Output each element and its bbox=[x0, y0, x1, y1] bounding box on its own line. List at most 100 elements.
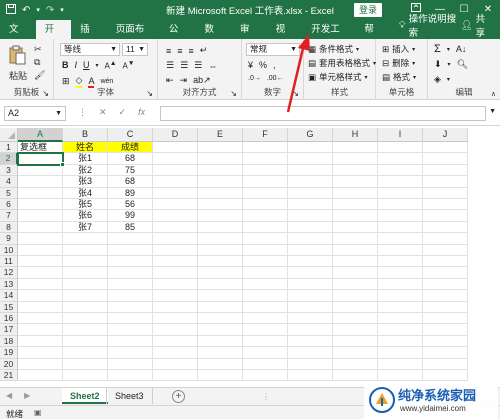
cell-h8[interactable] bbox=[333, 221, 378, 234]
cell-c20[interactable] bbox=[108, 358, 153, 370]
cell-f3[interactable] bbox=[243, 164, 288, 177]
autosum-icon[interactable]: Σ bbox=[434, 43, 441, 55]
cell-c9[interactable] bbox=[108, 233, 153, 245]
cell-h1[interactable] bbox=[333, 142, 378, 154]
cell-b15[interactable] bbox=[63, 301, 108, 313]
align-top-icon[interactable]: ≡ bbox=[166, 46, 171, 56]
cell-h19[interactable] bbox=[333, 347, 378, 359]
cell-d1[interactable] bbox=[153, 142, 198, 154]
cell-j8[interactable] bbox=[423, 221, 468, 234]
cell-j21[interactable] bbox=[423, 370, 468, 382]
cell-h7[interactable] bbox=[333, 210, 378, 222]
redo-icon[interactable]: ↷ bbox=[46, 5, 54, 16]
cell-f17[interactable] bbox=[243, 324, 288, 336]
cell-a5[interactable] bbox=[18, 187, 63, 199]
align-left-icon[interactable]: ☰ bbox=[166, 60, 174, 71]
row-header-3[interactable]: 3 bbox=[0, 164, 18, 177]
decrease-decimal-icon[interactable]: .00← bbox=[267, 75, 284, 82]
cell-g8[interactable] bbox=[288, 221, 333, 234]
row-header-8[interactable]: 8 bbox=[0, 221, 18, 234]
clipboard-launcher-icon[interactable]: ↘ bbox=[42, 89, 49, 98]
orientation-icon[interactable]: ab↗ bbox=[193, 75, 211, 86]
cell-i11[interactable] bbox=[378, 256, 423, 268]
cell-f5[interactable] bbox=[243, 187, 288, 199]
cell-h17[interactable] bbox=[333, 324, 378, 336]
cell-h4[interactable] bbox=[333, 176, 378, 188]
cell-j9[interactable] bbox=[423, 233, 468, 245]
clear-icon[interactable]: ◈ bbox=[434, 74, 441, 85]
cell-b11[interactable] bbox=[63, 256, 108, 268]
cell-c18[interactable] bbox=[108, 335, 153, 348]
cut-icon[interactable]: ✂ bbox=[34, 44, 42, 55]
cell-g20[interactable] bbox=[288, 358, 333, 370]
cell-a18[interactable] bbox=[18, 335, 63, 348]
row-header-14[interactable]: 14 bbox=[0, 290, 18, 302]
cell-e6[interactable] bbox=[198, 199, 243, 211]
cell-e2[interactable] bbox=[198, 153, 243, 165]
tell-me-search[interactable]: 💡︎ 操作说明搜索 bbox=[391, 11, 461, 39]
column-header-j[interactable]: J bbox=[423, 128, 468, 142]
format-as-table-button[interactable]: ▤ 套用表格格式 ▾ bbox=[308, 57, 376, 69]
cell-c8[interactable]: 85 bbox=[108, 221, 153, 234]
login-button[interactable]: 登录 bbox=[354, 3, 382, 17]
select-all-button[interactable] bbox=[0, 128, 18, 142]
tab-developer[interactable]: 开发工具 bbox=[302, 20, 355, 54]
cell-b17[interactable] bbox=[63, 324, 108, 336]
row-header-16[interactable]: 16 bbox=[0, 313, 18, 325]
cell-j16[interactable] bbox=[423, 313, 468, 325]
cell-g16[interactable] bbox=[288, 313, 333, 325]
column-header-b[interactable]: B bbox=[63, 128, 108, 142]
formula-input[interactable] bbox=[160, 106, 486, 121]
cell-d18[interactable] bbox=[153, 335, 198, 348]
cell-i19[interactable] bbox=[378, 347, 423, 359]
cell-b1[interactable]: 姓名 bbox=[63, 142, 108, 154]
cell-d2[interactable] bbox=[153, 153, 198, 165]
cell-j20[interactable] bbox=[423, 358, 468, 370]
cell-e11[interactable] bbox=[198, 256, 243, 268]
align-center-icon[interactable]: ☰ bbox=[180, 60, 188, 71]
number-launcher-icon[interactable]: ↘ bbox=[292, 89, 299, 98]
cancel-icon[interactable]: ✕ bbox=[99, 107, 107, 118]
undo-icon[interactable]: ↶ bbox=[22, 5, 30, 16]
cell-b19[interactable] bbox=[63, 347, 108, 359]
number-format-select[interactable]: 常规 ▼ bbox=[246, 43, 300, 56]
decrease-indent-icon[interactable]: ⇤ bbox=[166, 75, 174, 86]
row-header-12[interactable]: 12 bbox=[0, 267, 18, 279]
cell-f7[interactable] bbox=[243, 210, 288, 222]
sheet-tab-sheet2[interactable]: Sheet2 bbox=[62, 388, 108, 404]
cell-f10[interactable] bbox=[243, 244, 288, 256]
cell-g11[interactable] bbox=[288, 256, 333, 268]
tab-data[interactable]: 数据 bbox=[195, 20, 231, 54]
cell-c14[interactable] bbox=[108, 290, 153, 302]
row-header-5[interactable]: 5 bbox=[0, 187, 18, 199]
row-header-20[interactable]: 20 bbox=[0, 358, 18, 370]
cell-f14[interactable] bbox=[243, 290, 288, 302]
underline-dropdown-icon[interactable]: ▾ bbox=[96, 62, 99, 69]
cell-i6[interactable] bbox=[378, 199, 423, 211]
cell-a9[interactable] bbox=[18, 233, 63, 245]
cell-h3[interactable] bbox=[333, 164, 378, 177]
cell-b4[interactable]: 张3 bbox=[63, 176, 108, 188]
cell-c5[interactable]: 89 bbox=[108, 187, 153, 199]
cell-a12[interactable] bbox=[18, 267, 63, 279]
cell-d12[interactable] bbox=[153, 267, 198, 279]
cell-d10[interactable] bbox=[153, 244, 198, 256]
cell-h13[interactable] bbox=[333, 278, 378, 291]
cell-g14[interactable] bbox=[288, 290, 333, 302]
customize-qat-icon[interactable]: ▾ bbox=[60, 6, 64, 14]
cell-c1[interactable]: 成绩 bbox=[108, 142, 153, 154]
cell-g21[interactable] bbox=[288, 370, 333, 382]
italic-button[interactable]: I bbox=[75, 60, 78, 70]
save-icon[interactable] bbox=[6, 3, 16, 17]
cell-g5[interactable] bbox=[288, 187, 333, 199]
cell-i5[interactable] bbox=[378, 187, 423, 199]
cell-g13[interactable] bbox=[288, 278, 333, 291]
cell-g10[interactable] bbox=[288, 244, 333, 256]
currency-icon[interactable]: ¥ bbox=[248, 60, 253, 70]
cell-i14[interactable] bbox=[378, 290, 423, 302]
fill-icon[interactable]: ⬇ bbox=[434, 59, 442, 70]
cell-f21[interactable] bbox=[243, 370, 288, 382]
cell-j19[interactable] bbox=[423, 347, 468, 359]
cell-g15[interactable] bbox=[288, 301, 333, 313]
cell-f9[interactable] bbox=[243, 233, 288, 245]
